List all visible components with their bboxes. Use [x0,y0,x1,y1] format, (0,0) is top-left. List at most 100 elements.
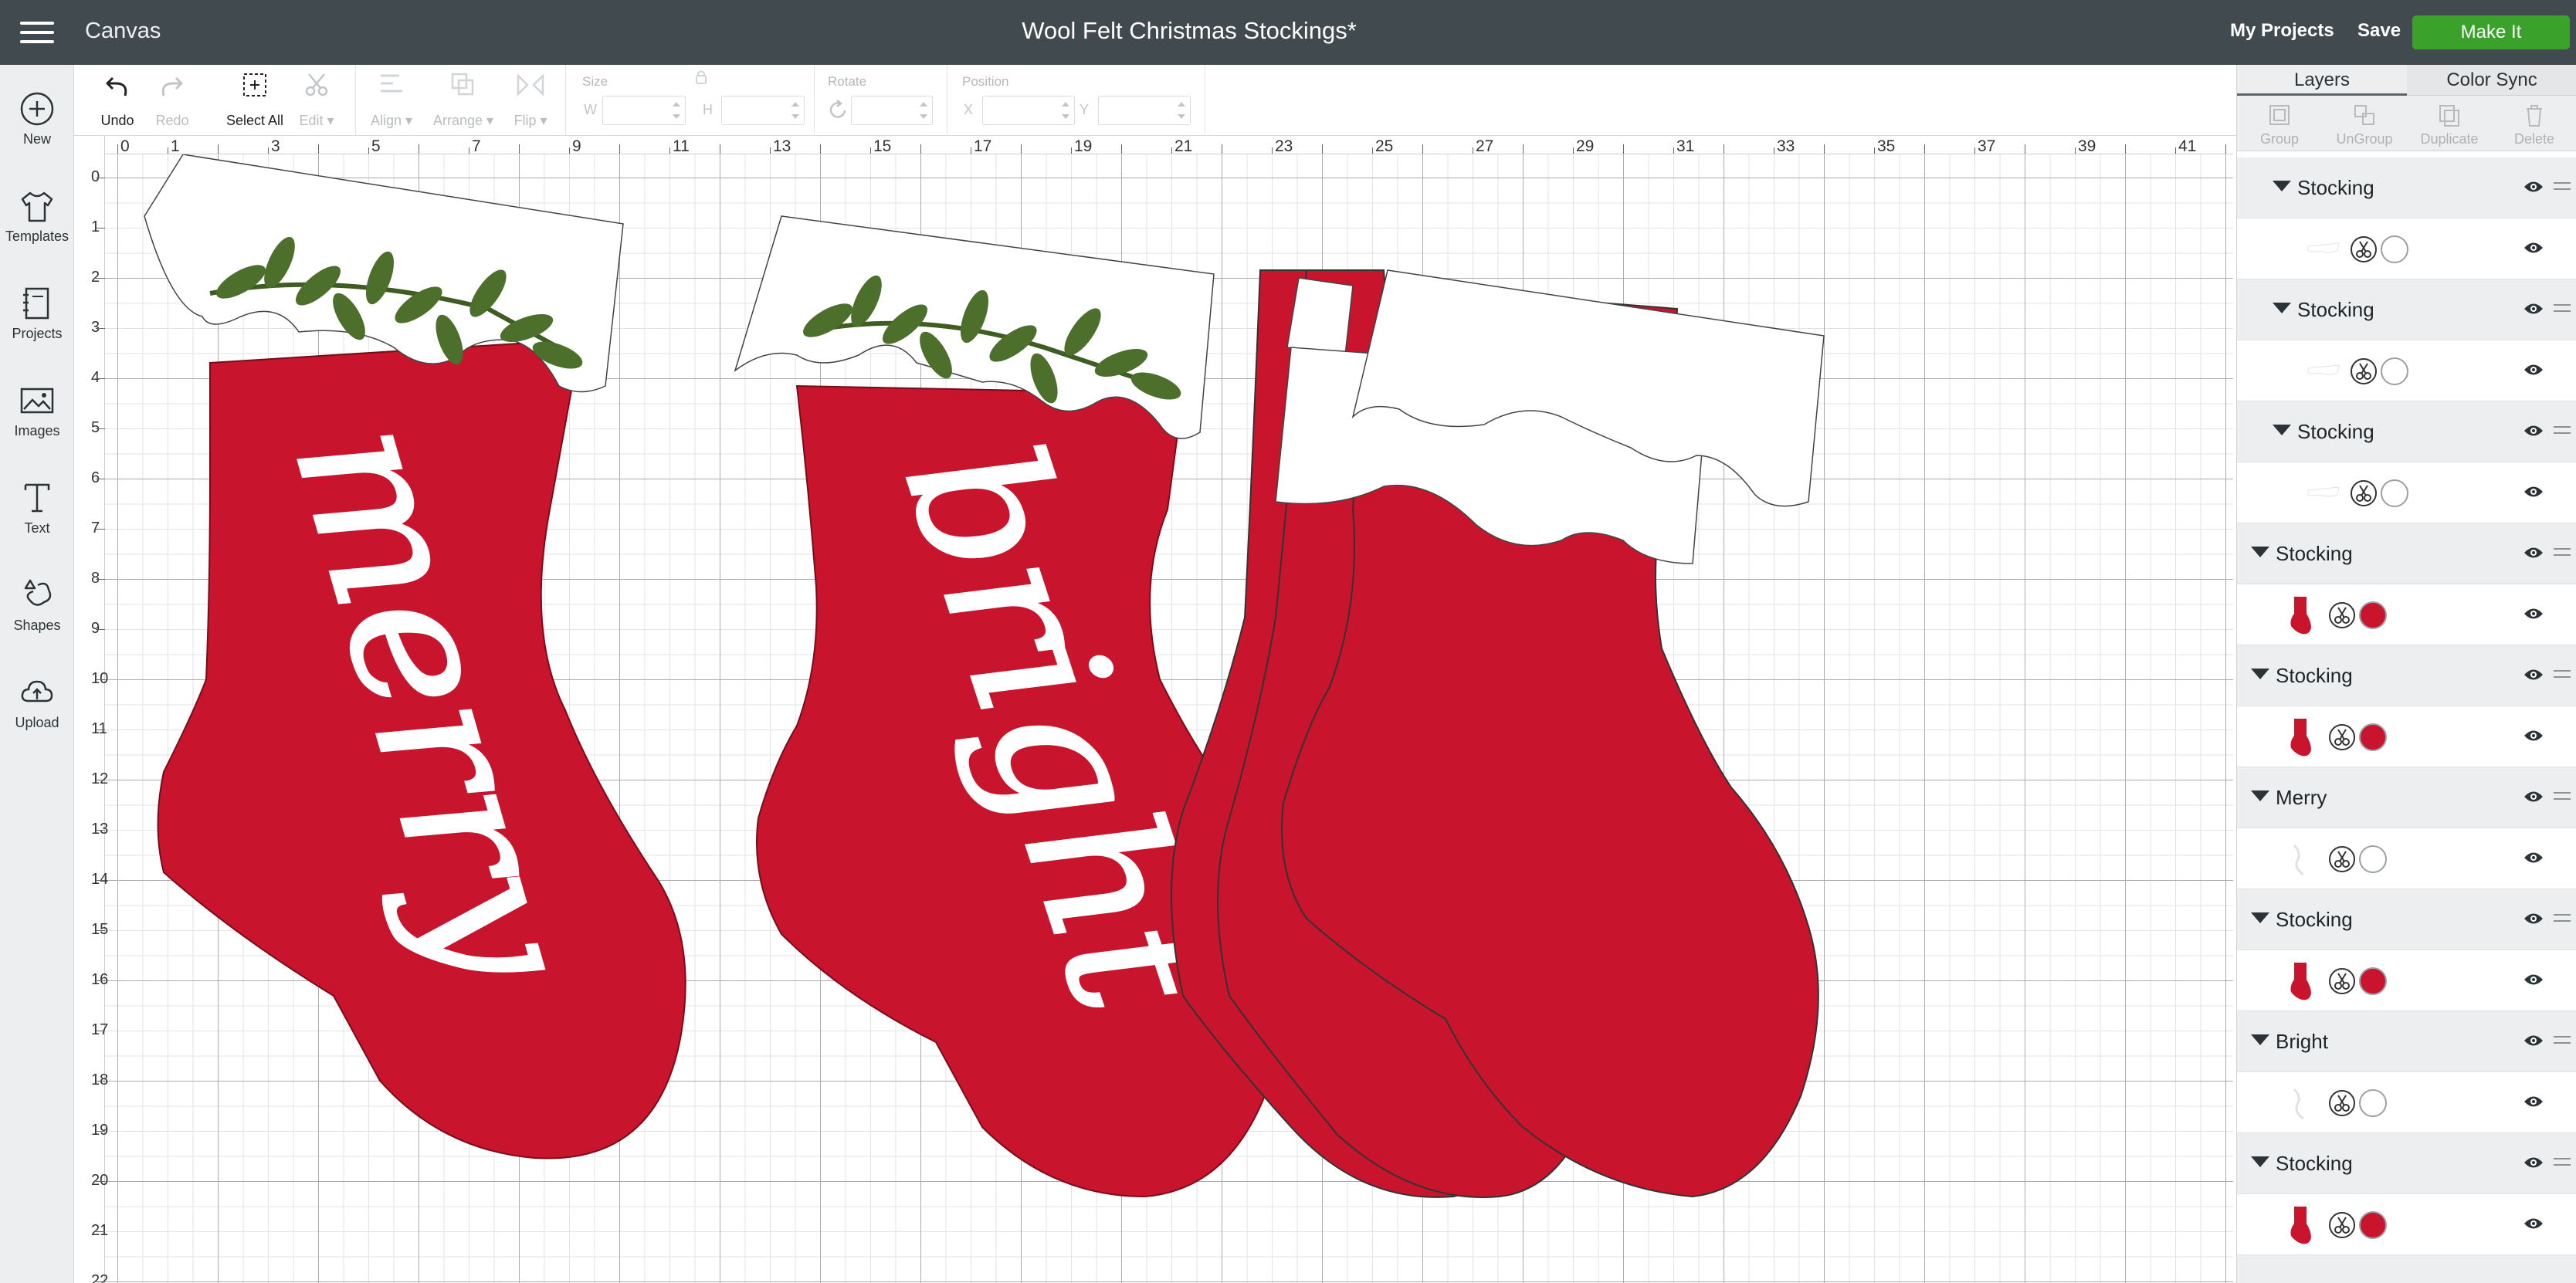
layer-group-row[interactable]: Stocking [2237,401,2576,462]
layer-group-row[interactable]: Stocking [2237,645,2576,706]
visibility-eye-icon[interactable] [2523,666,2544,683]
layer-group-row[interactable]: Stocking [2237,889,2576,950]
caret-down-icon[interactable] [2251,790,2269,801]
caret-down-icon[interactable] [2273,303,2291,313]
visibility-eye-icon[interactable] [2523,971,2544,988]
visibility-eye-icon[interactable] [2523,727,2544,744]
visibility-eye-icon[interactable] [2523,605,2544,622]
drag-handle-icon[interactable] [2554,182,2571,191]
caret-down-icon[interactable] [2273,181,2291,191]
sidebar-item-images[interactable]: Images [0,375,74,460]
operation-cut-icon[interactable] [2328,845,2356,873]
layer-row[interactable] [2237,462,2576,523]
sidebar-item-projects[interactable]: Projects [0,278,74,363]
color-swatch[interactable] [2359,723,2387,751]
caret-down-icon[interactable] [2251,1034,2269,1045]
width-input[interactable] [602,96,686,125]
height-input[interactable] [721,96,805,125]
visibility-eye-icon[interactable] [2523,239,2544,256]
operation-cut-icon[interactable] [2328,967,2356,995]
operation-cut-icon[interactable] [2328,723,2356,751]
operation-cut-icon[interactable] [2328,1089,2356,1117]
caret-down-icon[interactable] [2251,547,2269,557]
make-it-button[interactable]: Make It [2412,15,2570,49]
drag-handle-icon[interactable] [2554,670,2571,679]
design-canvas[interactable]: merry bright [86,154,2233,1283]
position-y-input[interactable] [1098,96,1191,125]
layer-group-row[interactable]: Stocking [2237,1133,2576,1194]
sidebar-item-upload[interactable]: Upload [0,667,74,752]
lock-icon[interactable] [692,69,710,85]
color-swatch[interactable] [2381,479,2408,507]
visibility-eye-icon[interactable] [2523,1154,2544,1171]
stocking-merry[interactable]: merry [144,154,686,1159]
select-all-button[interactable]: Select All [224,69,286,134]
color-swatch[interactable] [2381,357,2408,385]
drag-handle-icon[interactable] [2554,1036,2571,1045]
sidebar-item-templates[interactable]: Templates [0,181,74,266]
position-x-stepper[interactable] [1059,97,1073,124]
color-swatch[interactable] [2359,967,2387,995]
color-swatch[interactable] [2359,845,2387,873]
visibility-eye-icon[interactable] [2523,178,2544,195]
height-stepper[interactable] [788,97,802,124]
layer-group-row[interactable]: Stocking [2237,279,2576,340]
delete-button[interactable]: Delete [2492,100,2576,150]
visibility-eye-icon[interactable] [2523,1093,2544,1110]
my-projects-link[interactable]: My Projects [2230,20,2334,42]
sidebar-item-text[interactable]: Text [0,472,74,557]
layer-row[interactable] [2237,1194,2576,1255]
drag-handle-icon[interactable] [2554,304,2571,313]
operation-cut-icon[interactable] [2350,479,2378,507]
group-button[interactable]: Group [2237,100,2322,150]
color-swatch[interactable] [2359,1211,2387,1239]
operation-cut-icon[interactable] [2328,1211,2356,1239]
position-x-input[interactable] [982,96,1075,125]
layer-row[interactable] [2237,706,2576,767]
rotate-stepper[interactable] [917,97,930,124]
tab-color-sync[interactable]: Color Sync [2407,65,2576,96]
color-swatch[interactable] [2381,235,2408,263]
layer-row[interactable] [2237,218,2576,279]
layer-group-row[interactable]: Bright [2237,1011,2576,1072]
caret-down-icon[interactable] [2251,912,2269,923]
caret-down-icon[interactable] [2251,1156,2269,1167]
undo-button[interactable]: Undo [97,69,137,134]
drag-handle-icon[interactable] [2554,426,2571,435]
tab-layers[interactable]: Layers [2237,65,2407,96]
stocking-layered[interactable] [1171,269,1825,1198]
position-y-stepper[interactable] [1174,97,1188,124]
width-stepper[interactable] [669,97,683,124]
visibility-eye-icon[interactable] [2523,422,2544,439]
sidebar-item-shapes[interactable]: Shapes [0,570,74,655]
visibility-eye-icon[interactable] [2523,544,2544,561]
visibility-eye-icon[interactable] [2523,849,2544,866]
visibility-eye-icon[interactable] [2523,483,2544,500]
visibility-eye-icon[interactable] [2523,361,2544,378]
save-button[interactable]: Save [2357,20,2401,42]
layer-row[interactable] [2237,340,2576,401]
layer-row[interactable] [2237,828,2576,889]
drag-handle-icon[interactable] [2554,914,2571,923]
layer-row[interactable] [2237,950,2576,1011]
layer-group-row[interactable]: Merry [2237,767,2576,828]
operation-cut-icon[interactable] [2328,601,2356,629]
ungroup-button[interactable]: UnGroup [2322,100,2407,150]
redo-button[interactable]: Redo [151,69,193,134]
layer-group-row[interactable]: Stocking [2237,157,2576,218]
layer-group-row[interactable]: Stocking [2237,523,2576,584]
visibility-eye-icon[interactable] [2523,300,2544,317]
stocking-bright[interactable]: bright [734,215,1287,1198]
drag-handle-icon[interactable] [2554,1158,2571,1167]
visibility-eye-icon[interactable] [2523,910,2544,927]
caret-down-icon[interactable] [2273,425,2291,435]
drag-handle-icon[interactable] [2554,792,2571,801]
operation-cut-icon[interactable] [2350,235,2378,263]
visibility-eye-icon[interactable] [2523,1032,2544,1049]
color-swatch[interactable] [2359,601,2387,629]
flip-button[interactable]: Flip ▾ [507,69,554,134]
layer-row[interactable] [2237,1072,2576,1133]
layer-row[interactable] [2237,584,2576,645]
hamburger-menu-icon[interactable] [20,19,54,46]
arrange-button[interactable]: Arrange ▾ [428,69,499,134]
